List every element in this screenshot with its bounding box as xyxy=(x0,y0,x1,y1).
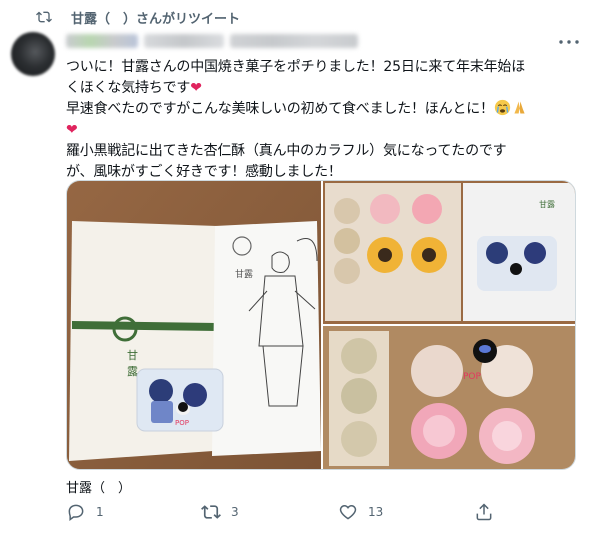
tweet-text: ついに！甘露さんの中国焼き菓子をポチりました！25日に来て年末年始ほ くほくな気… xyxy=(66,57,581,183)
more-icon[interactable] xyxy=(556,36,582,48)
retweet-button[interactable]: 3 xyxy=(201,502,239,522)
tweet-line-5: 羅小黒戦記に出てきた杏仁酥（真ん中のカラフル）気になってたのです xyxy=(66,143,507,159)
tweet-line-4: ❤ xyxy=(66,120,581,141)
svg-text:甘露: 甘露 xyxy=(539,199,555,209)
folded-hands-emoji xyxy=(514,101,525,114)
heart-emoji-2: ❤ xyxy=(66,122,78,138)
share-icon xyxy=(476,503,492,521)
avatar[interactable] xyxy=(11,32,55,76)
svg-text:POP: POP xyxy=(463,372,482,382)
tweet-line-2: くほくな気持ちです❤ xyxy=(66,80,202,96)
timestamp-blurred[interactable] xyxy=(230,34,358,48)
reply-icon xyxy=(68,504,84,521)
svg-text:露: 露 xyxy=(127,365,138,378)
like-count: 13 xyxy=(368,505,384,519)
retweet-label[interactable]: 甘露（ ）さんがリツイート xyxy=(71,8,240,27)
svg-text:甘: 甘 xyxy=(127,349,138,362)
retweet-icon xyxy=(201,505,221,519)
retweet-icon xyxy=(36,11,52,23)
crying-face-emoji xyxy=(494,99,510,116)
action-bar: 1 3 13 xyxy=(66,502,586,526)
like-button[interactable]: 13 xyxy=(338,502,383,522)
share-button[interactable] xyxy=(474,502,494,522)
media-grid[interactable]: 甘 露 甘露 POP 甘露 POP xyxy=(66,180,576,470)
photo-box-and-keychain[interactable]: 甘 露 甘露 POP xyxy=(67,181,321,470)
reply-count: 1 xyxy=(96,505,104,519)
mention-author[interactable]: 甘露（ ） xyxy=(66,477,131,496)
author-handle-blurred xyxy=(144,34,224,48)
svg-text:甘露: 甘露 xyxy=(235,268,253,280)
svg-text:POP: POP xyxy=(175,419,189,427)
photo-pastries-bottom[interactable]: POP xyxy=(323,326,576,470)
reply-button[interactable]: 1 xyxy=(66,502,104,522)
author-name-blurred[interactable] xyxy=(66,34,138,48)
tweet-header-blurred xyxy=(66,34,536,50)
photo-pastries-top[interactable]: 甘露 xyxy=(323,181,576,324)
tweet-line-3: 早速食べたのですがこんな美味しいの初めて食べました！ほんとに！ xyxy=(66,99,581,120)
like-icon xyxy=(339,504,357,520)
heart-emoji: ❤ xyxy=(190,80,202,96)
tweet-line-1: ついに！甘露さんの中国焼き菓子をポチりました！25日に来て年末年始ほ xyxy=(66,59,526,75)
retweet-count: 3 xyxy=(231,505,239,519)
